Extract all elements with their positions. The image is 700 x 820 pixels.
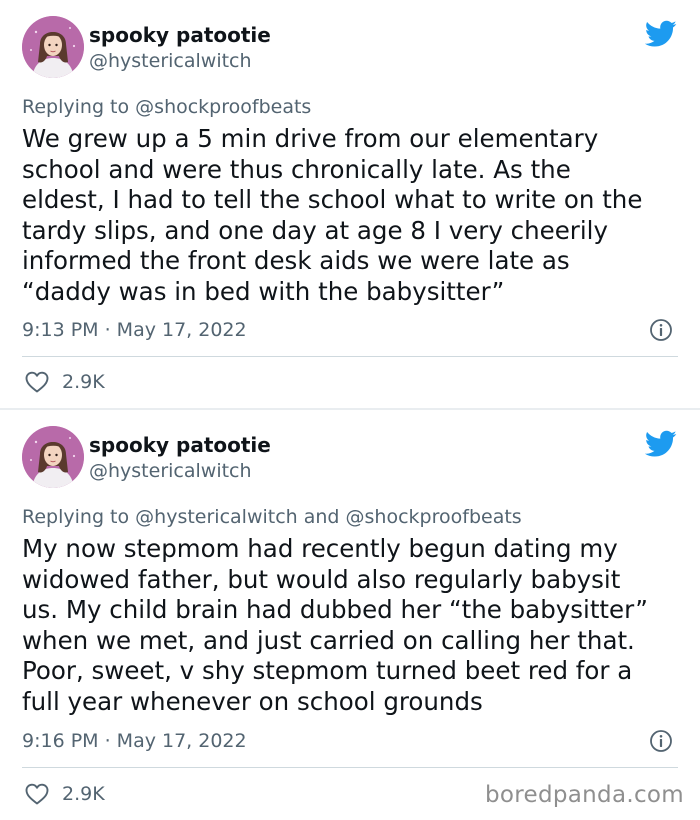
avatar-image <box>22 16 84 78</box>
tweet-timestamp[interactable]: 9:13 PM · May 17, 2022 <box>22 319 247 341</box>
twitter-bird-icon[interactable] <box>645 20 677 48</box>
replying-prefix: Replying to <box>22 96 130 118</box>
divider <box>22 356 678 357</box>
divider <box>22 767 678 768</box>
like-count: 2.9K <box>62 783 105 805</box>
avatar-image <box>22 426 84 488</box>
replying-prefix: Replying to <box>22 506 130 528</box>
replying-mention-link[interactable]: @shockproofbeats <box>135 96 311 118</box>
author-handle[interactable]: @hystericalwitch <box>89 460 252 482</box>
tweet-timestamp[interactable]: 9:16 PM · May 17, 2022 <box>22 730 247 752</box>
avatar[interactable] <box>22 16 84 78</box>
like-count: 2.9K <box>62 371 105 393</box>
author-name[interactable]: spooky patootie <box>89 433 271 457</box>
info-icon[interactable] <box>649 729 673 753</box>
tweet-text: My now stepmom had recently begun dating… <box>22 534 648 716</box>
replying-to: Replying to @shockproofbeats <box>22 96 311 118</box>
heart-icon <box>24 370 50 394</box>
twitter-bird-icon[interactable] <box>645 430 677 458</box>
like-button[interactable]: 2.9K <box>24 370 105 394</box>
info-icon[interactable] <box>649 318 673 342</box>
tweet-text: We grew up a 5 min drive from our elemen… <box>22 124 643 306</box>
heart-icon <box>24 782 50 806</box>
like-button[interactable]: 2.9K <box>24 782 105 806</box>
watermark: boredpanda.com <box>485 782 684 808</box>
author-handle[interactable]: @hystericalwitch <box>89 50 252 72</box>
replying-to: Replying to @hystericalwitch and @shockp… <box>22 506 522 528</box>
replying-mention-link[interactable]: @hystericalwitch and @shockproofbeats <box>135 506 522 528</box>
tweet-card[interactable]: spooky patootie @hystericalwitch Replyin… <box>0 0 700 408</box>
avatar[interactable] <box>22 426 84 488</box>
tweet-card[interactable]: spooky patootie @hystericalwitch Replyin… <box>0 410 700 820</box>
author-name[interactable]: spooky patootie <box>89 23 271 47</box>
